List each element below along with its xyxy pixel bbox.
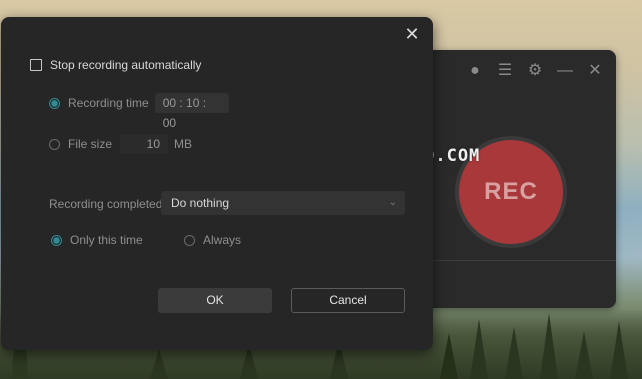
- file-size-input[interactable]: 10: [120, 134, 169, 154]
- recording-completed-label: Recording completed: [49, 197, 163, 211]
- recording-completed-label-wrap: Recording completed: [49, 197, 162, 211]
- tree: [470, 319, 488, 379]
- gear-icon[interactable]: ⚙: [526, 62, 544, 80]
- only-this-time-label: Only this time: [70, 233, 143, 247]
- tree: [150, 349, 168, 379]
- stop-auto-row[interactable]: Stop recording automatically: [30, 58, 201, 72]
- tree: [540, 313, 558, 379]
- always-radio[interactable]: [184, 234, 195, 246]
- file-size-label: File size: [68, 137, 113, 151]
- always-row[interactable]: Always: [184, 233, 241, 247]
- list-icon[interactable]: ☰: [496, 62, 514, 80]
- chevron-down-icon: ⌄: [388, 197, 397, 208]
- recording-completed-select[interactable]: Do nothing ⌄: [161, 191, 405, 215]
- close-icon[interactable]: ✕: [586, 62, 604, 80]
- recording-completed-value: Do nothing: [171, 196, 230, 210]
- ok-button[interactable]: OK: [158, 288, 272, 313]
- tree: [505, 327, 523, 379]
- always-label: Always: [203, 233, 242, 247]
- tree: [440, 333, 458, 379]
- app-toolbar: ● ☰ ⚙ — ✕: [466, 62, 604, 80]
- file-size-row[interactable]: File size 10 MB: [49, 134, 192, 154]
- recording-time-label: Recording time: [68, 96, 149, 110]
- file-size-unit: MB: [174, 137, 193, 151]
- close-icon[interactable]: ✕: [401, 23, 423, 45]
- user-icon[interactable]: ●: [466, 62, 484, 80]
- stop-auto-checkbox[interactable]: [30, 59, 42, 71]
- tree: [610, 321, 628, 379]
- tree: [575, 331, 593, 379]
- recording-time-row[interactable]: Recording time 00 : 10 : 00: [49, 93, 229, 130]
- only-this-time-radio[interactable]: [51, 234, 62, 246]
- recording-time-input[interactable]: 00 : 10 : 00: [154, 93, 229, 130]
- file-size-radio[interactable]: [49, 138, 60, 150]
- recording-time-radio[interactable]: [49, 97, 60, 109]
- cancel-button[interactable]: Cancel: [291, 288, 405, 313]
- stop-auto-label: Stop recording automatically: [50, 58, 202, 72]
- auto-stop-dialog: ✕ Stop recording automatically Recording…: [1, 17, 433, 350]
- only-this-time-row[interactable]: Only this time: [51, 233, 143, 247]
- minimize-icon[interactable]: —: [556, 62, 574, 80]
